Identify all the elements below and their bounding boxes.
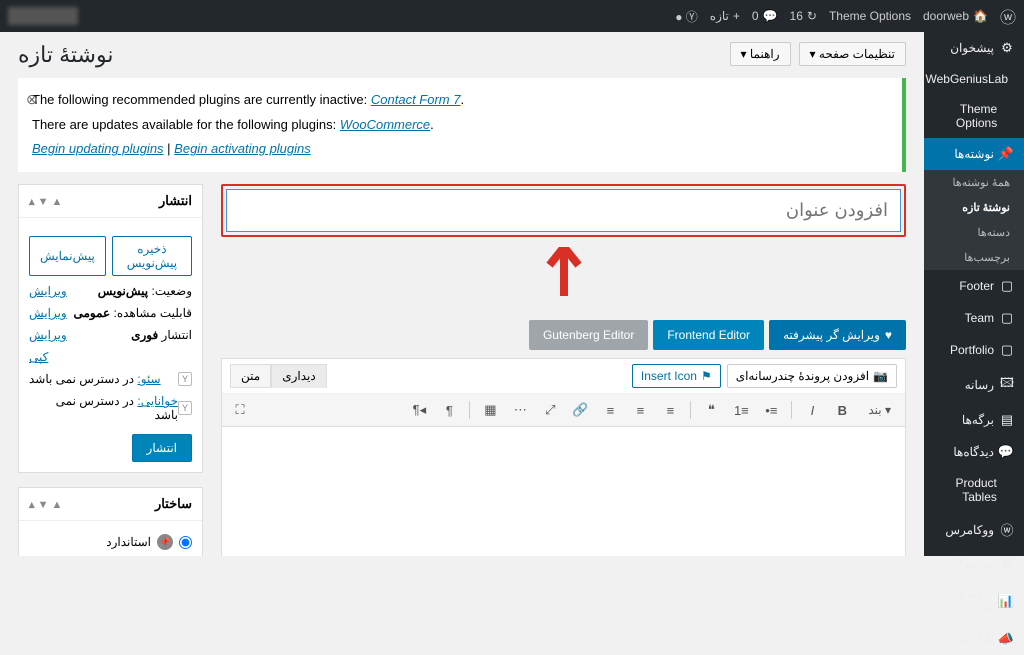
sidebar-item-footer[interactable]: ▢Footer [924, 270, 1024, 302]
home-link[interactable]: 🏠 doorweb [923, 9, 988, 23]
screen-options-button[interactable]: تنظیمات صفحه ▾ [799, 42, 906, 66]
insert-icon-button[interactable]: ⚑Insert Icon [632, 364, 721, 388]
analytics-icon: 📊 [1000, 593, 1014, 609]
sidebar-item-theme-options[interactable]: Theme Options [924, 94, 1024, 138]
sidebar-item-products[interactable]: ⬢محصولات [924, 547, 1024, 579]
blockquote-icon[interactable]: ❝ [701, 400, 721, 420]
pages-icon: ▤ [1000, 412, 1014, 428]
arrow-annotation [221, 247, 906, 310]
dashboard-icon: ⚙ [1000, 40, 1014, 56]
fullscreen-icon[interactable]: ⛶ [230, 400, 250, 420]
metabox-toggle[interactable]: ▲ ▼ ▴ [29, 498, 62, 511]
sidebar-item-webgeniuslab[interactable]: WebGeniusLab [924, 64, 1024, 94]
editor-toolbar: ⛶ ¶◂ ¶ ▦ ⋯ ⤢ 🔗 ≡ ≡ ≡ ❝ 1≡ [222, 394, 905, 427]
paragraph-direction-icon[interactable]: ¶◂ [409, 400, 429, 420]
media-icon: 🖾 [1000, 374, 1014, 396]
pin-icon: 📌 [1000, 146, 1014, 162]
paragraph-selector[interactable]: بند ▾ [862, 403, 897, 417]
edit-date-link[interactable]: ویرایش [29, 328, 67, 342]
align-right-icon[interactable]: ≡ [600, 400, 620, 420]
sidebar-item-team[interactable]: ▢Team [924, 302, 1024, 334]
italic-icon[interactable]: I [802, 400, 822, 420]
standard-format-icon: 📌 [157, 534, 173, 550]
yoast-badge: Y [178, 372, 192, 386]
begin-updating-link[interactable]: Begin updating plugins [32, 141, 164, 156]
contact-form-link[interactable]: Contact Form 7 [371, 92, 461, 107]
wordpress-logo-icon[interactable]: ⓦ [1000, 4, 1016, 28]
help-button[interactable]: راهنما ▾ [730, 42, 791, 66]
visual-tab[interactable]: دیداری [271, 364, 327, 388]
paragraph-icon[interactable]: ¶ [439, 400, 459, 420]
format-standard[interactable]: 📌استاندارد [29, 531, 192, 553]
sidebar-item-product-tables[interactable]: Product Tables [924, 468, 1024, 512]
more-icon[interactable]: ⋯ [510, 400, 530, 420]
camera-icon: 📷 [873, 369, 888, 383]
heart-icon: ♥ [885, 328, 892, 342]
format-title: ساختار [155, 496, 192, 512]
advanced-editor-tab[interactable]: ♥ویرایش گر پیشرفته [769, 320, 906, 350]
readability-link[interactable]: خوانایی: [137, 394, 178, 408]
theme-options-link[interactable]: Theme Options [829, 9, 911, 23]
link-icon[interactable]: 🔗 [570, 400, 590, 420]
toolbar-toggle-icon[interactable]: ▦ [480, 400, 500, 420]
submenu-new-post[interactable]: نوشتهٔ تازه [924, 195, 1024, 220]
sidebar-item-analytics[interactable]: 📊تجزیه و تحلیل [924, 579, 1024, 623]
editor-box: 📷افزودن پروندهٔ چندرسانه‌ای ⚑Insert Icon… [221, 358, 906, 556]
save-draft-button[interactable]: ذخیره پیش‌نویس [112, 236, 192, 276]
post-title-input[interactable] [226, 189, 901, 232]
sidebar-item-dashboard[interactable]: ⚙پیشخوان [924, 32, 1024, 64]
align-center-icon[interactable]: ≡ [630, 400, 650, 420]
expand-icon[interactable]: ⤢ [540, 400, 560, 420]
sidebar-item-woocommerce[interactable]: ⓦووکامرس [924, 512, 1024, 547]
seo-link[interactable]: سئو: [137, 372, 160, 386]
edit-visibility-link[interactable]: ویرایش [29, 306, 67, 320]
sidebar-item-comments[interactable]: 💬دیدگاه‌ها [924, 436, 1024, 468]
sidebar-item-pages[interactable]: ▤برگه‌ها [924, 404, 1024, 436]
flag-icon: ⚑ [701, 369, 712, 383]
editor-content-area[interactable] [222, 427, 905, 556]
updates-link[interactable]: ↻ 16 [790, 9, 817, 23]
align-left-icon[interactable]: ≡ [660, 400, 680, 420]
publish-metabox: انتشار ▲ ▼ ▴ ذخیره پیش‌نویس پیش‌نمایش وض… [18, 184, 203, 473]
seo-indicator[interactable]: Ⓨ ● [675, 8, 698, 25]
admin-sidebar: ⚙پیشخوان WebGeniusLab Theme Options 📌نوش… [924, 32, 1024, 556]
user-greeting[interactable] [8, 7, 78, 25]
text-tab[interactable]: متن [230, 364, 271, 388]
sidebar-item-marketing[interactable]: 📣بازاریابی [924, 623, 1024, 655]
products-icon: ⬢ [1000, 555, 1014, 571]
unordered-list-icon[interactable]: •≡ [761, 400, 781, 420]
main-content: تنظیمات صفحه ▾ راهنما ▾ نوشتهٔ تازه ⊗ Th… [0, 32, 924, 556]
title-input-highlight [221, 184, 906, 237]
page-title: نوشتهٔ تازه [18, 42, 113, 68]
edit-status-link[interactable]: ویرایش [29, 284, 67, 298]
gutenberg-editor-tab[interactable]: Gutenberg Editor [529, 320, 648, 350]
add-media-button[interactable]: 📷افزودن پروندهٔ چندرسانه‌ای [727, 364, 897, 388]
publish-title: انتشار [159, 193, 192, 209]
dismiss-notice-button[interactable]: ⊗ [26, 86, 38, 113]
ordered-list-icon[interactable]: 1≡ [731, 400, 751, 420]
admin-bar: ⓦ 🏠 doorweb Theme Options ↻ 16 💬 0 + تاز… [0, 0, 1024, 32]
format-metabox: ساختار ▲ ▼ ▴ 📌استاندارد ▦گالری ▷ویدئو [18, 487, 203, 556]
yoast-badge: Y [178, 401, 192, 415]
comments-link[interactable]: 💬 0 [752, 9, 778, 23]
cart-icon: ⓦ [1000, 520, 1014, 539]
submenu-all-posts[interactable]: همهٔ نوشته‌ها [924, 170, 1024, 195]
submenu-categories[interactable]: دسته‌ها [924, 220, 1024, 245]
posts-submenu: همهٔ نوشته‌ها نوشتهٔ تازه دسته‌ها برچسب‌… [924, 170, 1024, 270]
begin-activating-link[interactable]: Begin activating plugins [174, 141, 311, 156]
sidebar-item-posts[interactable]: 📌نوشته‌ها [924, 138, 1024, 170]
woocommerce-link[interactable]: WooCommerce [340, 117, 430, 132]
publish-button[interactable]: انتشار [132, 434, 192, 462]
new-content-link[interactable]: + تازه [710, 9, 740, 23]
metabox-toggle[interactable]: ▲ ▼ ▴ [29, 195, 62, 208]
frontend-editor-tab[interactable]: Frontend Editor [653, 320, 764, 350]
sidebar-item-portfolio[interactable]: ▢Portfolio [924, 334, 1024, 366]
bold-icon[interactable]: B [832, 400, 852, 420]
plugin-notice: ⊗ The following recommended plugins are … [18, 78, 906, 172]
comments-icon: 💬 [1000, 444, 1014, 460]
submenu-tags[interactable]: برچسب‌ها [924, 245, 1024, 270]
copy-link[interactable]: کپی [29, 350, 48, 364]
sidebar-item-media[interactable]: 🖾رسانه [924, 366, 1024, 404]
preview-button[interactable]: پیش‌نمایش [29, 236, 106, 276]
